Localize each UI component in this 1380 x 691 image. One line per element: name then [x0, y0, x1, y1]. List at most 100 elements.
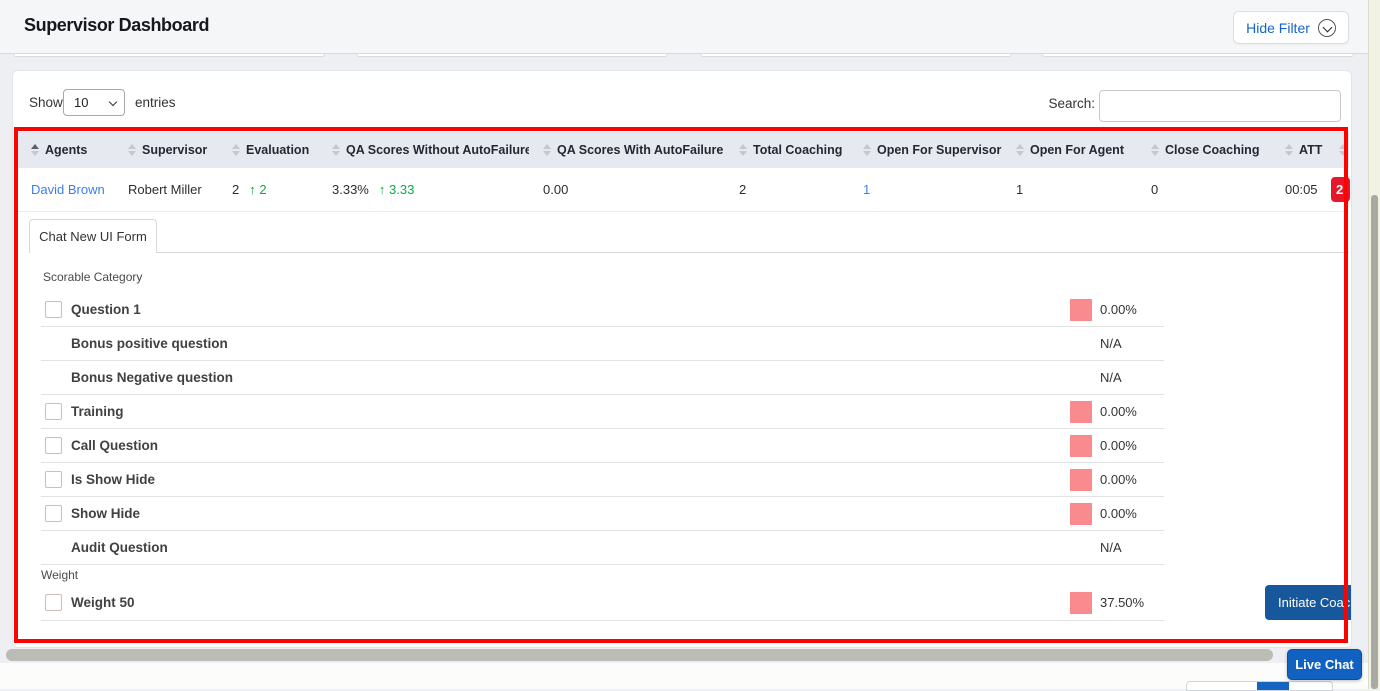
sort-icon — [1339, 144, 1347, 156]
total-coaching-value: 2 — [739, 182, 746, 197]
qa-without-delta: 3.33 — [389, 182, 414, 197]
question-row: Show Hide 0.00% — [41, 497, 1164, 531]
qa-with-value: 0.00 — [543, 182, 568, 197]
question-row: Bonus Negative question N/A — [41, 361, 1164, 395]
score-value: 0.00% — [1100, 302, 1137, 317]
question-label: Training — [71, 404, 124, 419]
initiate-coaching-button[interactable]: Initiate Coaching — [1265, 585, 1352, 620]
score-value: 0.00% — [1100, 506, 1137, 521]
column-header[interactable]: Close Coaching — [1137, 132, 1271, 168]
column-header[interactable]: Total Coaching — [725, 132, 849, 168]
supervisor-name: Robert Miller — [128, 182, 202, 197]
supervisor-dashboard-page: Supervisor Dashboard Hide Filter Show 10… — [0, 0, 1380, 689]
scorable-category-label: Scorable Category — [43, 270, 142, 284]
question-label: Question 1 — [71, 302, 141, 317]
question-row: Bonus positive question N/A — [41, 327, 1164, 361]
column-header[interactable]: Open For Agent — [1002, 132, 1137, 168]
score-bar — [1070, 469, 1092, 491]
page-title: Supervisor Dashboard — [24, 15, 209, 36]
agent-link[interactable]: David Brown — [31, 182, 105, 197]
window-edge — [1368, 0, 1380, 689]
page-size-value: 10 — [74, 95, 88, 110]
sort-icon — [128, 144, 136, 156]
chevron-down-icon — [1318, 19, 1336, 37]
column-header[interactable]: ATT — [1271, 132, 1329, 168]
up-arrow-icon: ↑ 3.33 — [379, 182, 414, 197]
pagination-partial[interactable] — [1186, 681, 1333, 691]
score-bar — [1070, 503, 1092, 525]
search-input[interactable] — [1099, 90, 1341, 122]
live-chat-button[interactable]: Live Chat — [1287, 649, 1362, 680]
qa-without-value: 3.33% — [332, 182, 369, 197]
score-bar — [1070, 435, 1092, 457]
search-label: Search: — [1037, 96, 1095, 111]
column-header[interactable]: Evaluation — [218, 132, 318, 168]
sort-icon — [232, 144, 240, 156]
open-for-agent-value: 1 — [1016, 182, 1023, 197]
question-label: Show Hide — [71, 506, 140, 521]
question-label: Bonus Negative question — [71, 370, 233, 385]
entries-label: entries — [135, 95, 176, 110]
close-coaching-value: 0 — [1151, 182, 1158, 197]
score-value: N/A — [1070, 370, 1122, 385]
question-checkbox[interactable] — [45, 437, 62, 454]
up-arrow-icon: ↑ 2 — [249, 182, 266, 197]
sort-icon — [1151, 144, 1159, 156]
agents-table: AgentsSupervisorEvaluationQA Scores With… — [17, 132, 1349, 212]
hide-filter-label: Hide Filter — [1246, 20, 1310, 36]
att-value: 00:05 — [1285, 182, 1318, 197]
column-header[interactable] — [1329, 132, 1349, 168]
question-label: Is Show Hide — [71, 472, 155, 487]
question-row: Weight 5037.50% — [41, 585, 1164, 621]
question-row: Is Show Hide 0.00% — [41, 463, 1164, 497]
top-bar: Supervisor Dashboard Hide Filter — [0, 0, 1380, 54]
question-label: Audit Question — [71, 540, 168, 555]
score-value: N/A — [1070, 540, 1122, 555]
score-value: N/A — [1070, 336, 1122, 351]
chevron-down-icon — [109, 98, 117, 106]
question-row: Question 1 0.00% — [41, 293, 1164, 327]
question-label: Bonus positive question — [71, 336, 228, 351]
table-row: David Brown Robert Miller 2 ↑ 2 3.33% ↑ … — [17, 168, 1349, 212]
score-value: 0.00% — [1100, 438, 1137, 453]
column-header[interactable]: Agents — [17, 132, 114, 168]
question-row: Call Question 0.00% — [41, 429, 1164, 463]
score-value: 0.00% — [1100, 472, 1137, 487]
column-header[interactable]: QA Scores With AutoFailure — [529, 132, 725, 168]
sort-icon — [31, 144, 39, 156]
score-bar — [1070, 401, 1092, 423]
bottom-strip — [0, 663, 1380, 689]
column-header[interactable]: Supervisor — [114, 132, 218, 168]
column-header[interactable]: Open For Supervisor — [849, 132, 1002, 168]
question-checkbox[interactable] — [45, 594, 62, 611]
sort-icon — [739, 144, 747, 156]
weight-rows: Weight 5037.50% — [41, 585, 1164, 621]
sort-icon — [863, 144, 871, 156]
weight-label: Weight — [41, 568, 78, 582]
question-checkbox[interactable] — [45, 505, 62, 522]
question-checkbox[interactable] — [45, 403, 62, 420]
category-rows: Question 1 0.00% Bonus positive question N/… — [41, 293, 1164, 565]
sort-icon — [332, 144, 340, 156]
score-bar — [1070, 299, 1092, 321]
vertical-scrollbar[interactable] — [1371, 195, 1378, 689]
question-checkbox[interactable] — [45, 301, 62, 318]
sort-icon — [543, 144, 551, 156]
open-for-supervisor-link[interactable]: 1 — [863, 182, 870, 197]
column-header[interactable]: QA Scores Without AutoFailure — [318, 132, 529, 168]
count-badge[interactable]: 2 — [1331, 177, 1350, 202]
tab-chat-new-ui-form[interactable]: Chat New UI Form — [29, 219, 157, 253]
question-label: Call Question — [71, 438, 158, 453]
page-size-select[interactable]: 10 — [63, 89, 125, 116]
show-label: Show — [29, 95, 63, 110]
question-checkbox[interactable] — [45, 471, 62, 488]
table-header-row: AgentsSupervisorEvaluationQA Scores With… — [17, 132, 1349, 168]
score-value: 0.00% — [1100, 404, 1137, 419]
question-row: Training 0.00% — [41, 395, 1164, 429]
sort-icon — [1016, 144, 1024, 156]
hide-filter-button[interactable]: Hide Filter — [1233, 11, 1349, 44]
score-value: 37.50% — [1100, 595, 1144, 610]
evaluation-delta: 2 — [259, 182, 266, 197]
question-row: Audit Question N/A — [41, 531, 1164, 565]
horizontal-scrollbar[interactable] — [6, 649, 1273, 661]
